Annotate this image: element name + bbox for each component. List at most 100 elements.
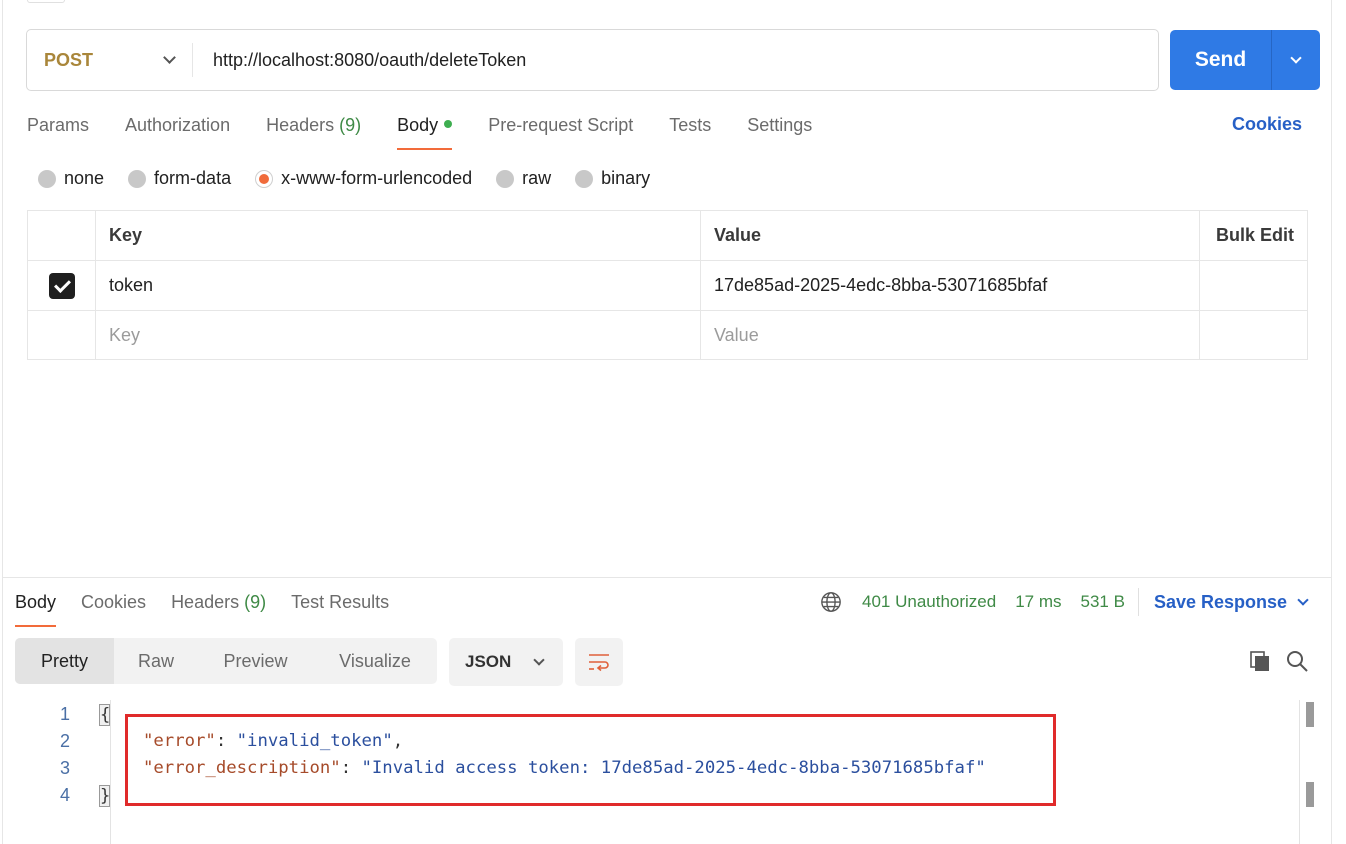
response-time[interactable]: 17 ms	[1015, 592, 1061, 612]
new-key-input[interactable]	[109, 324, 671, 346]
view-visualize[interactable]: Visualize	[313, 638, 437, 684]
key-header: Key	[96, 211, 701, 260]
response-tab-test-results[interactable]: Test Results	[291, 589, 389, 627]
new-value-input[interactable]	[714, 324, 1175, 346]
meta-separator	[1137, 588, 1139, 616]
response-tabs: Body Cookies Headers (9) Test Results	[15, 589, 414, 627]
body-type-form-data[interactable]: form-data	[128, 168, 231, 189]
radio-checked-icon	[255, 169, 274, 188]
new-actions-cell	[1200, 311, 1307, 359]
url-input[interactable]	[193, 30, 1158, 90]
tab-label: Authorization	[125, 115, 231, 135]
scrollbar-track[interactable]	[1299, 700, 1300, 844]
radio-label: none	[64, 168, 105, 188]
send-options-button[interactable]	[1271, 30, 1320, 90]
table-row: token 17de85ad-2025-4edc-8bba-53071685bf…	[28, 261, 1307, 311]
row-enabled-checkbox[interactable]	[48, 272, 75, 299]
new-row-spacer	[28, 311, 96, 359]
tab-label: Body	[397, 115, 439, 135]
format-select[interactable]: JSON	[449, 638, 563, 686]
view-preview[interactable]: Preview	[198, 638, 313, 684]
tab-pre-request-script[interactable]: Pre-request Script	[488, 112, 633, 150]
bulk-edit-button[interactable]: Bulk Edit	[1200, 211, 1307, 260]
line-number: 3	[59, 758, 70, 778]
globe-icon[interactable]	[820, 591, 842, 613]
body-type-options: none form-data x-www-form-urlencoded raw…	[38, 168, 674, 189]
scrollbar-thumb[interactable]	[1306, 702, 1314, 727]
chevron-down-icon	[1297, 593, 1309, 606]
tab-authorization[interactable]: Authorization	[125, 112, 230, 150]
format-label: JSON	[465, 652, 512, 671]
body-type-urlencoded[interactable]: x-www-form-urlencoded	[255, 168, 472, 189]
tab-tests[interactable]: Tests	[669, 112, 711, 150]
row-value-cell[interactable]: 17de85ad-2025-4edc-8bba-53071685bfaf	[701, 261, 1200, 310]
wrap-lines-button[interactable]	[575, 638, 623, 686]
radio-icon	[38, 169, 56, 188]
response-size[interactable]: 531 B	[1081, 592, 1125, 612]
tab-params[interactable]: Params	[27, 112, 89, 150]
tab-label: Pre-request Script	[488, 115, 634, 135]
row-actions-cell	[1200, 261, 1307, 310]
body-type-raw[interactable]: raw	[496, 168, 551, 189]
cookies-link[interactable]: Cookies	[1232, 114, 1302, 135]
headers-count: (9)	[339, 115, 362, 135]
radio-label: raw	[522, 168, 552, 188]
tab-body[interactable]: Body	[397, 112, 453, 150]
response-tab-body[interactable]: Body	[15, 589, 57, 627]
view-raw[interactable]: Raw	[114, 638, 198, 684]
line-number: 2	[59, 731, 70, 751]
tab-settings[interactable]: Settings	[747, 112, 812, 150]
row-value: 17de85ad-2025-4edc-8bba-53071685bfaf	[714, 275, 1048, 295]
close-brace: }	[99, 785, 111, 807]
radio-label: form-data	[154, 168, 232, 188]
radio-icon	[128, 169, 147, 188]
tab-label: Headers	[171, 592, 240, 612]
status-text[interactable]: 401 Unauthorized	[862, 592, 996, 612]
headers-count: (9)	[244, 592, 267, 612]
tab-label: Test Results	[291, 592, 390, 612]
tab-label: Body	[15, 592, 57, 612]
response-body-viewer[interactable]: 1 2 3 4 { "error": "invalid_token", "err…	[0, 700, 1300, 844]
view-mode-group: Pretty Raw Preview Visualize	[15, 638, 437, 684]
save-response-button[interactable]: Save Response	[1153, 591, 1309, 613]
copy-icon[interactable]	[1248, 649, 1272, 673]
tab-label: Tests	[669, 115, 712, 135]
chevron-down-icon	[533, 653, 545, 666]
open-brace: {	[99, 704, 111, 726]
wrap-lines-icon	[589, 654, 609, 672]
tab-headers[interactable]: Headers (9)	[266, 112, 361, 150]
search-icon[interactable]	[1285, 649, 1309, 673]
tab-label: Cookies	[81, 592, 147, 612]
body-indicator-dot	[444, 120, 453, 129]
method-select[interactable]: POST	[27, 43, 193, 77]
tab-label: Settings	[747, 115, 813, 135]
response-meta: 401 Unauthorized 17 ms 531 B Save Respon…	[820, 588, 1309, 616]
value-header: Value	[701, 211, 1200, 260]
response-divider[interactable]	[3, 577, 1331, 578]
method-label: POST	[44, 49, 94, 70]
send-button[interactable]: Send	[1170, 30, 1271, 90]
params-table: Key Value Bulk Edit token 17de85ad-2025-…	[27, 210, 1308, 360]
tab-label: Headers	[266, 115, 335, 135]
row-key-cell[interactable]: token	[96, 261, 701, 310]
scrollbar-marker[interactable]	[1306, 782, 1314, 807]
save-response-label: Save Response	[1153, 591, 1288, 612]
body-type-none[interactable]: none	[38, 168, 104, 189]
row-checkbox-cell	[28, 261, 96, 310]
radio-icon	[575, 169, 594, 188]
line-number: 1	[59, 704, 70, 724]
radio-label: binary	[601, 168, 651, 188]
response-tab-headers[interactable]: Headers (9)	[171, 589, 266, 627]
highlight-box	[125, 714, 1056, 806]
view-pretty[interactable]: Pretty	[15, 638, 114, 684]
chevron-down-icon	[163, 51, 176, 64]
tab-label: Params	[27, 115, 90, 135]
response-tab-cookies[interactable]: Cookies	[81, 589, 146, 627]
row-key: token	[109, 275, 154, 295]
table-header-row: Key Value Bulk Edit	[28, 211, 1307, 261]
header-spacer	[28, 211, 96, 260]
table-new-row	[28, 311, 1307, 359]
radio-icon	[496, 169, 515, 188]
body-type-binary[interactable]: binary	[575, 168, 650, 189]
chevron-down-icon	[1290, 51, 1302, 64]
